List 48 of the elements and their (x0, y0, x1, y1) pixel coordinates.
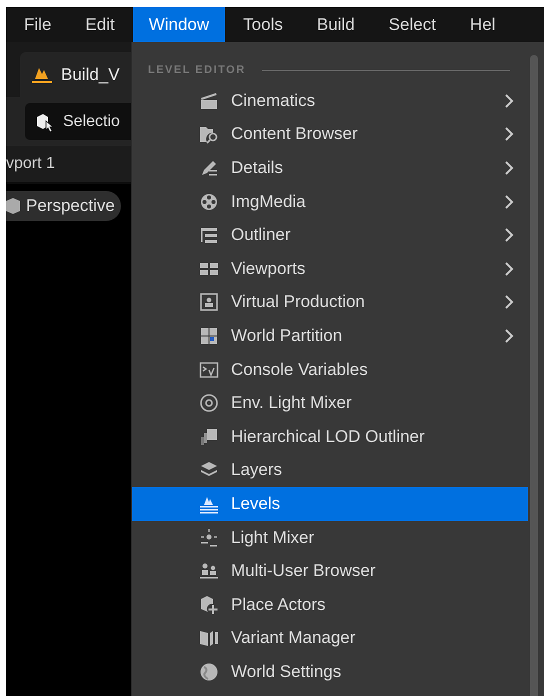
selection-mode-button[interactable]: Selectio (25, 103, 131, 140)
circle-icon (199, 393, 219, 414)
level-icon (32, 66, 52, 84)
light-sliders-icon (199, 528, 219, 548)
menu-entry[interactable]: Virtual Production (132, 286, 528, 320)
shape-plus-icon (199, 594, 219, 615)
cube-cursor-icon (35, 112, 55, 132)
list-icon (199, 225, 219, 246)
level-tab[interactable]: Build_V (20, 52, 131, 97)
section-title: LEVEL EDITOR (148, 64, 246, 76)
menu-item[interactable]: Window (132, 7, 226, 42)
menu-entry[interactable]: ImgMedia (132, 184, 528, 218)
perspective-button[interactable]: Perspective (6, 191, 121, 221)
menu-item[interactable]: Tools (227, 7, 299, 42)
menu-entry[interactable]: World Partition (132, 319, 528, 353)
menu-entry[interactable]: Hierarchical LOD Outliner (132, 420, 528, 454)
console-icon (199, 360, 219, 380)
folder-search-icon (199, 124, 219, 144)
menu-item[interactable]: Edit (69, 7, 131, 42)
book-icon (199, 628, 219, 648)
film-reel-icon (199, 192, 219, 212)
scrollbar[interactable] (530, 55, 538, 696)
menu-entry[interactable]: Console Variables (132, 352, 528, 386)
menu-entry[interactable]: Variant Manager (132, 622, 528, 656)
menu-entry[interactable]: Content Browser (132, 118, 528, 152)
cube-icon (6, 197, 20, 215)
clapperboard-icon (199, 90, 219, 111)
menu-entry[interactable]: Multi-User Browser (132, 554, 528, 588)
globe-icon (199, 662, 219, 682)
viewport-tab[interactable]: vport 1 (6, 155, 55, 173)
menu-entry[interactable]: Levels (132, 487, 528, 521)
menu-item[interactable]: File (8, 7, 68, 42)
menu-entry[interactable]: Details (132, 151, 528, 185)
menu-entry[interactable]: Place Actors (132, 588, 528, 622)
menu-entry[interactable]: Cinematics (132, 84, 528, 118)
grid-square-icon (199, 326, 219, 346)
menu-entry[interactable]: Env. Light Mixer (132, 386, 528, 420)
menu-entry[interactable]: Layers (132, 454, 528, 488)
users-icon (199, 561, 219, 582)
menu-entry[interactable]: Light Mixer (132, 520, 528, 554)
stacked-squares-icon (199, 426, 219, 447)
menu-entry[interactable]: World Settings (132, 655, 528, 689)
menu-item[interactable]: Build (300, 7, 371, 42)
menu-entry[interactable]: Viewports (132, 252, 528, 286)
menu-entry[interactable]: Outliner (132, 218, 528, 252)
menu-item[interactable]: Hel (454, 7, 512, 42)
person-frame-icon (199, 292, 219, 312)
menu-item[interactable]: Select (372, 7, 452, 42)
